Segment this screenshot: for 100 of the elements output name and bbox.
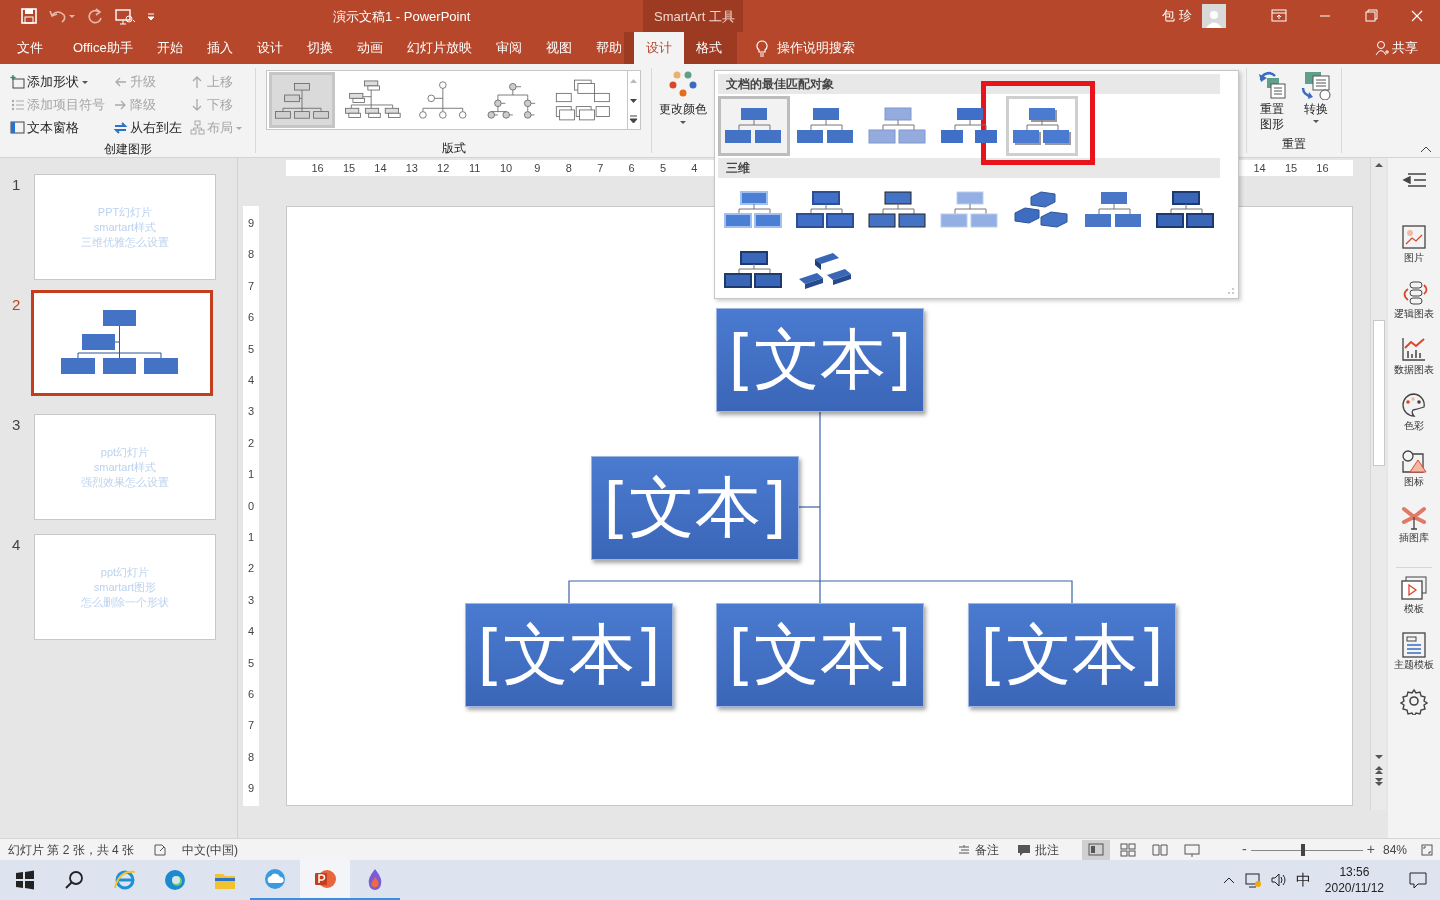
view-button[interactable] xyxy=(1082,839,1110,860)
slide-number: 3 xyxy=(11,415,22,435)
smartart-shape[interactable]: [文本] xyxy=(716,308,924,412)
language-indicator[interactable]: 中文(中国) xyxy=(182,840,239,859)
ribbon-tab[interactable]: 切换 xyxy=(294,32,345,64)
smartart-shape[interactable]: [文本] xyxy=(591,456,799,560)
save-icon[interactable] xyxy=(20,7,38,25)
side-pane-button[interactable]: 图片 xyxy=(1400,224,1428,280)
org-chart-style-icon xyxy=(1155,189,1217,231)
comments-button[interactable]: 批注 xyxy=(1017,840,1059,859)
add-shape-icon xyxy=(10,74,25,90)
org-chart-icon xyxy=(553,78,611,122)
gallery-section-heading: 三维 xyxy=(718,158,1220,178)
presentation-app-icon xyxy=(313,867,337,891)
zoom-slider[interactable] xyxy=(1250,843,1363,856)
clock[interactable]: 13:56 2020/11/12 xyxy=(1318,864,1390,896)
group-label: 版式 xyxy=(441,140,466,157)
convert-button[interactable]: 转换 xyxy=(1301,70,1331,133)
zoom-slider-thumb[interactable] xyxy=(1301,843,1306,856)
tell-me-search[interactable]: 操作说明搜索 xyxy=(754,32,855,64)
side-pane-button[interactable]: 模板 xyxy=(1400,575,1428,631)
document-icon xyxy=(1400,631,1428,659)
reset-graphic-button[interactable]: 重置图形 xyxy=(1257,70,1287,133)
side-pane-button[interactable]: 图标 xyxy=(1400,448,1428,504)
side-pane-button[interactable]: 插图库 xyxy=(1399,504,1429,560)
resize-grip-icon[interactable] xyxy=(1228,288,1234,294)
palette-icon xyxy=(1400,392,1428,420)
zoom-level[interactable]: 84% xyxy=(1383,840,1408,859)
side-pane-button[interactable]: 逻辑图表 xyxy=(1394,280,1434,336)
ribbon-tab[interactable]: 帮助 xyxy=(583,32,634,64)
clock-time: 13:56 xyxy=(1339,864,1370,880)
ribbon-tab[interactable]: Office助手 xyxy=(61,32,145,64)
zoom-in-button[interactable]: + xyxy=(1366,839,1375,860)
zoom-out-button[interactable]: - xyxy=(1242,839,1247,860)
tell-me-label: 操作说明搜索 xyxy=(776,39,855,58)
slide-number: 2 xyxy=(11,295,22,315)
thumbnail-text: smartart图形 xyxy=(93,579,157,595)
side-pane-button[interactable]: 数据图表 xyxy=(1394,336,1434,392)
notes-button[interactable]: 备注 xyxy=(957,840,999,859)
ribbon-tab[interactable]: 动画 xyxy=(344,32,395,64)
picture-icon xyxy=(1400,224,1428,252)
notification-icon[interactable] xyxy=(1408,870,1428,890)
group-label: 重置 xyxy=(1282,136,1306,153)
browser-wave-icon xyxy=(163,868,187,892)
reading-view-icon xyxy=(1151,841,1169,858)
org-chart-style-icon xyxy=(867,189,929,231)
ribbon-tab[interactable]: 文件 xyxy=(17,32,43,64)
thumbnail-text: ppt幻灯片 xyxy=(100,444,150,460)
share-label: 共享 xyxy=(1392,39,1418,57)
collapse-ribbon-icon[interactable] xyxy=(1420,144,1432,154)
smartart-shape[interactable]: [文本] xyxy=(968,603,1176,707)
ribbon-command[interactable]: 从右到左 xyxy=(113,119,182,137)
ruler-number: 13 xyxy=(403,162,420,174)
thumbnail-text: smartart样式 xyxy=(93,219,157,235)
share-button[interactable]: 共享 xyxy=(1375,38,1418,58)
normal-view-icon xyxy=(1087,841,1105,858)
ribbon-tab[interactable]: 开始 xyxy=(144,32,195,64)
redo-icon[interactable] xyxy=(86,7,104,25)
ruler-number: 11 xyxy=(466,162,483,174)
smartart-shape[interactable]: [文本] xyxy=(716,603,924,707)
fit-to-window-icon[interactable] xyxy=(1420,842,1434,857)
org-chart-style-icon xyxy=(795,189,857,231)
ruler-number: 14 xyxy=(372,162,389,174)
gallery-section-heading: 文档的最佳匹配对象 xyxy=(718,74,1220,94)
ribbon-tab[interactable]: 插入 xyxy=(194,32,245,64)
network-icon[interactable] xyxy=(1243,871,1262,889)
play-window-icon xyxy=(1400,575,1428,603)
thumbnail-text: PPT幻灯片 xyxy=(97,204,153,220)
smartart-shape[interactable]: [文本] xyxy=(465,603,673,707)
text-pane-icon xyxy=(10,120,25,136)
shapes-icon xyxy=(1400,448,1428,476)
ribbon-tab[interactable]: 格式 xyxy=(683,32,737,64)
slide-number: 1 xyxy=(11,175,22,195)
org-chart-style-icon xyxy=(867,105,929,147)
ribbon-command[interactable]: 添加形状 xyxy=(10,73,89,91)
ribbon-tab[interactable]: 设计 xyxy=(244,32,295,64)
browser-e-icon xyxy=(113,868,137,892)
ribbon-command[interactable]: 文本窗格 xyxy=(10,119,79,137)
ribbon-tab[interactable]: 审阅 xyxy=(483,32,534,64)
slide-number: 4 xyxy=(11,535,22,555)
spell-check-icon[interactable] xyxy=(152,842,169,857)
ribbon-tab[interactable]: 视图 xyxy=(533,32,584,64)
side-pane-button[interactable]: 色彩 xyxy=(1400,392,1428,448)
ruler-number: 12 xyxy=(435,162,452,174)
ribbon-tab[interactable]: 幻灯片放映 xyxy=(394,32,484,64)
scroll-thumb[interactable] xyxy=(1372,320,1385,466)
lightbulb-icon xyxy=(754,39,769,57)
dropdown-caret-icon xyxy=(235,124,243,132)
presentation-icon[interactable] xyxy=(114,7,136,25)
group-label: 创建图形 xyxy=(103,141,152,158)
layout-option[interactable] xyxy=(269,72,335,128)
ruler-number: 10 xyxy=(498,162,514,174)
ruler-number: 16 xyxy=(1314,162,1331,174)
window-title: 演示文稿1 - PowerPoint xyxy=(333,8,471,26)
change-colors-button[interactable]: 更改颜色 xyxy=(652,64,714,157)
slide-thumbnail[interactable] xyxy=(31,290,213,396)
person-add-icon xyxy=(1375,39,1389,56)
side-pane-button[interactable]: 主题模板 xyxy=(1394,631,1434,687)
volume-icon[interactable] xyxy=(1269,871,1288,889)
input-method-indicator[interactable]: 中 xyxy=(1295,868,1311,892)
